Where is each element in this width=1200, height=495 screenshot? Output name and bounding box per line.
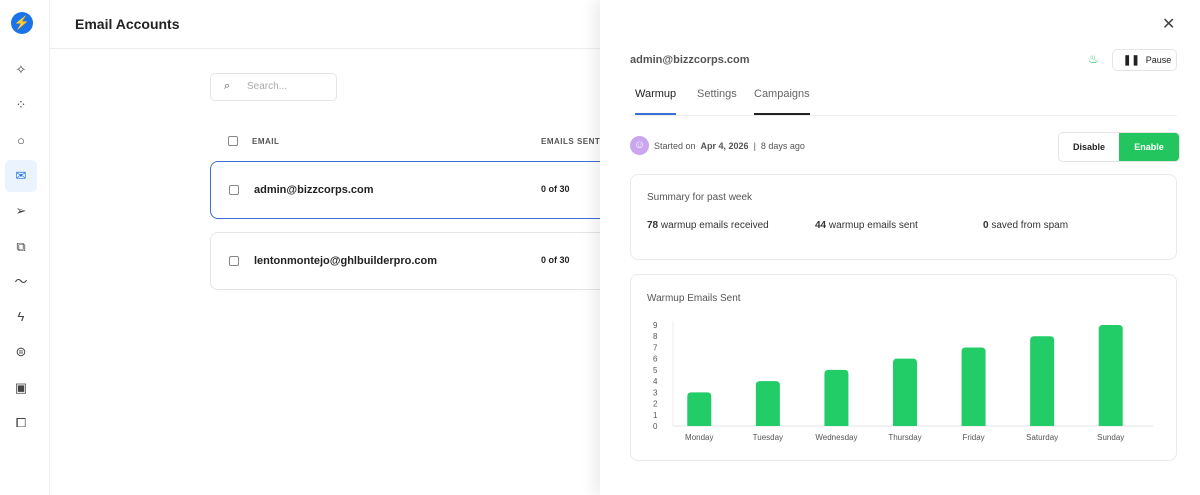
- cluster-icon[interactable]: ⁘: [5, 89, 37, 121]
- warmup-started: ☺ Started on Apr 4, 2026 | 8 days ago: [630, 136, 805, 155]
- send-icon[interactable]: ➢: [5, 195, 37, 227]
- search-placeholder: Search...: [247, 81, 288, 92]
- tab-campaigns[interactable]: Campaigns: [754, 88, 810, 115]
- stat-number: 78: [647, 220, 659, 231]
- bar: [893, 358, 917, 426]
- started-date: Apr 4, 2026: [700, 140, 749, 151]
- x-tick-label: Saturday: [1026, 433, 1058, 442]
- x-tick-label: Monday: [685, 433, 713, 442]
- tab-settings[interactable]: Settings: [697, 88, 737, 113]
- bolt-icon[interactable]: ϟ: [5, 301, 37, 333]
- search-icon: ⌕: [224, 80, 231, 92]
- x-tick-label: Sunday: [1097, 433, 1124, 442]
- bar: [755, 381, 780, 426]
- summary-title: Summary for past week: [647, 192, 753, 203]
- stat-number: 44: [815, 220, 827, 231]
- row-email: lentonmontejo@ghlbuilderpro.com: [254, 255, 438, 267]
- x-tick-label: Thursday: [888, 433, 921, 442]
- bar: [1030, 336, 1055, 426]
- pause-icon: ❚❚: [1123, 55, 1140, 66]
- sidebar: ⚡ ✧ ⁘ ○ ✉ ➢ ⧉ 〜 ϟ ⊜ ▣ ⧠: [0, 0, 50, 495]
- started-label: Started on: [654, 140, 696, 151]
- inbox-icon[interactable]: ▣: [5, 372, 37, 404]
- stat-spam: 0 saved from spam: [983, 220, 1068, 231]
- select-all-checkbox[interactable]: [228, 136, 238, 146]
- flame-icon: ♨: [1088, 52, 1099, 66]
- row-checkbox[interactable]: [229, 256, 239, 266]
- started-ago: 8 days ago: [760, 140, 805, 151]
- chart-card: Warmup Emails Sent 0 1 2 3 4 5 6 7 8 9 Monday Tuesd…: [630, 274, 1177, 461]
- enable-button[interactable]: Enable: [1119, 133, 1179, 161]
- mail-icon[interactable]: ✉: [5, 159, 37, 192]
- stat-received: 78 warmup emails received: [647, 220, 769, 231]
- search-icon[interactable]: ○: [5, 125, 37, 157]
- x-tick-label: Friday: [962, 433, 984, 442]
- tab-warmup[interactable]: Warmup: [635, 88, 677, 115]
- bar: [1098, 325, 1123, 426]
- bar: [824, 369, 849, 426]
- shapes-icon[interactable]: ⧠: [5, 407, 37, 439]
- tabs: Warmup Settings Campaigns: [630, 78, 1177, 116]
- y-tick-label: 3: [653, 388, 658, 397]
- account-drawer: ✕ admin@bizzcorps.com ♨ ❚❚ Pause Warmup S…: [600, 0, 1200, 495]
- search-input[interactable]: ⌕ Search...: [210, 73, 337, 101]
- smile-icon: ☺: [630, 136, 649, 155]
- y-tick-label: 8: [653, 332, 658, 341]
- table-row[interactable]: admin@bizzcorps.com 0 of 30: [210, 161, 630, 219]
- y-tick-label: 0: [653, 422, 658, 431]
- y-tick-label: 6: [653, 355, 658, 364]
- row-checkbox[interactable]: [229, 185, 239, 195]
- account-email: admin@bizzcorps.com: [630, 54, 750, 66]
- stat-label: saved from spam: [991, 220, 1069, 231]
- logo-bolt-icon[interactable]: ⚡: [11, 12, 33, 34]
- disable-button[interactable]: Disable: [1059, 133, 1119, 161]
- pause-label: Pause: [1145, 55, 1172, 65]
- trend-icon[interactable]: 〜: [5, 266, 37, 298]
- stat-sent: 44 warmup emails sent: [815, 220, 918, 231]
- summary-card: Summary for past week 78 warmup emails r…: [630, 174, 1177, 260]
- warmup-toggle: Disable Enable: [1058, 132, 1180, 162]
- stat-number: 0: [983, 220, 989, 231]
- header: Email Accounts: [50, 0, 600, 49]
- y-tick-label: 2: [653, 400, 658, 409]
- bar: [961, 347, 986, 426]
- stat-label: warmup emails sent: [828, 220, 918, 231]
- pause-button[interactable]: ❚❚ Pause: [1112, 49, 1177, 71]
- x-tick-label: Wednesday: [815, 433, 857, 442]
- row-emails-sent: 0 of 30: [541, 184, 570, 194]
- y-tick-label: 7: [653, 343, 658, 352]
- column-header-emails-sent[interactable]: EMAILS SENT: [541, 137, 600, 146]
- separator: |: [753, 140, 756, 151]
- y-tick-label: 1: [653, 411, 658, 420]
- row-email: admin@bizzcorps.com: [254, 184, 374, 196]
- row-emails-sent: 0 of 30: [541, 255, 570, 265]
- y-tick-label: 5: [653, 366, 658, 375]
- page-title: Email Accounts: [75, 16, 180, 32]
- sparkle-icon[interactable]: ✧: [5, 54, 37, 86]
- close-icon[interactable]: ✕: [1162, 14, 1175, 34]
- y-tick-label: 9: [653, 321, 658, 330]
- y-tick-label: 4: [653, 377, 658, 386]
- x-tick-label: Tuesday: [753, 433, 783, 442]
- bar: [687, 392, 712, 426]
- ufo-icon[interactable]: ⊜: [5, 336, 37, 368]
- copy-icon[interactable]: ⧉: [5, 231, 37, 263]
- bar-chart: 0 1 2 3 4 5 6 7 8 9 Monday Tuesday Wednesday Thursday…: [653, 321, 1153, 442]
- stat-label: warmup emails received: [660, 220, 769, 231]
- table-row[interactable]: lentonmontejo@ghlbuilderpro.com 0 of 30: [210, 232, 630, 290]
- column-header-email: EMAIL: [252, 137, 280, 146]
